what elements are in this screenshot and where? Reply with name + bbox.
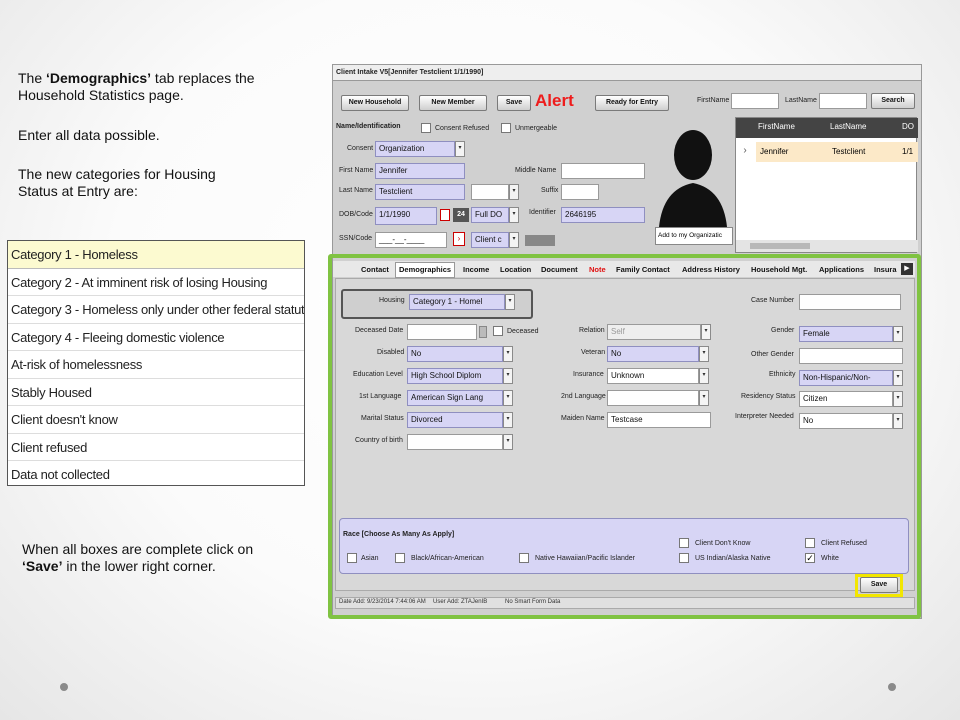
client-photo [653,117,733,227]
results-col-lastname[interactable]: LastName [830,122,866,131]
ssn-status-bar [525,235,555,246]
last-name-label: Last Name [339,187,373,194]
intro-paragraph-1: The ‘Demographics’ tab replaces the Hous… [18,70,255,103]
demographics-highlight [328,254,921,619]
category-item: Client doesn't know [8,406,304,434]
first-name-input[interactable]: Jennifer [375,163,465,179]
alert-label[interactable]: Alert [535,91,574,111]
consent-select[interactable]: Organization [375,141,455,157]
dob-code-dropdown-icon[interactable]: ▾ [509,207,519,223]
ssn-code-dropdown-icon[interactable]: ▾ [509,232,519,248]
category-item: Category 3 - Homeless only under other f… [8,296,304,324]
category-item: Stably Housed [8,379,304,406]
results-firstname: Jennifer [760,147,789,156]
results-dob: 1/1 [902,147,914,156]
middle-name-input[interactable] [561,163,645,179]
consent-refused-checkbox[interactable] [421,123,431,133]
dob-badge: 24 [453,208,469,222]
firstname-search-label: FirstName [697,97,730,104]
ssn-label: SSN/Code [339,235,373,242]
ssn-input[interactable]: ___-__-____ [375,232,447,248]
category-item: Category 2 - At imminent risk of losing … [8,269,304,296]
first-name-label: First Name [339,167,374,174]
name-suffix-select[interactable] [471,184,509,200]
slide-bullet-left [60,683,68,691]
category-item: Client refused [8,434,304,461]
save-button-highlight [855,574,903,597]
dob-input[interactable]: 1/1/1990 [375,207,437,225]
calendar-icon[interactable] [440,209,450,221]
unmergeable-checkbox[interactable] [501,123,511,133]
housing-category-list: Category 1 - Homeless Category 2 - At im… [7,240,305,486]
results-col-firstname[interactable]: FirstName [758,122,795,131]
results-col-dob[interactable]: DO [902,122,914,131]
new-member-button[interactable]: New Member [419,95,487,111]
results-lastname: Testclient [832,147,866,156]
identifier-label: Identifier [529,209,556,216]
ssn-arrow-icon[interactable]: › [453,232,465,246]
results-scroll-thumb[interactable] [750,243,810,249]
unmergeable-label: Unmergeable [515,125,558,132]
suffix-label: Suffix [541,187,559,194]
dob-label: DOB/Code [339,211,373,218]
lastname-search-input[interactable] [819,93,867,109]
dob-code-select[interactable]: Full DO [471,207,509,223]
consent-refused-label: Consent Refused [435,125,490,132]
window-title: Client Intake V5[Jennifer Testclient 1/1… [333,65,921,81]
suffix-dropdown-icon[interactable]: ▾ [509,184,519,200]
firstname-search-input[interactable] [731,93,779,109]
category-item: Category 1 - Homeless [8,241,304,269]
intro-paragraph-3: The new categories for Housing Status at… [18,166,216,199]
ssn-code-select[interactable]: Client c [471,232,509,248]
middle-name-label: Middle Name [515,167,557,174]
add-to-organization-button[interactable]: Add to my Organizatic [655,227,733,245]
intro-paragraph-2: Enter all data possible. [18,127,160,143]
category-item: At-risk of homelessness [8,351,304,379]
outro-paragraph: When all boxes are complete click on ‘Sa… [22,541,254,574]
save-top-button[interactable]: Save [497,95,531,111]
slide-bullet-right [888,683,896,691]
lastname-search-label: LastName [785,97,817,104]
suffix-input[interactable] [561,184,599,200]
search-results-grid: FirstName LastName DO › Jennifer Testcli… [735,117,918,253]
consent-dropdown-icon[interactable]: ▾ [455,141,465,157]
name-section-title: Name/Identification [336,123,401,130]
category-item: Category 4 - Fleeing domestic violence [8,324,304,351]
ready-for-entry-button[interactable]: Ready for Entry [595,95,669,111]
consent-label: Consent [347,145,374,152]
identifier-input[interactable]: 2646195 [561,207,645,223]
new-household-button[interactable]: New Household [341,95,409,111]
row-expand-icon[interactable]: › [736,142,754,162]
search-button[interactable]: Search [871,93,915,109]
last-name-input[interactable]: Testclient [375,184,465,200]
category-item: Data not collected [11,467,110,482]
